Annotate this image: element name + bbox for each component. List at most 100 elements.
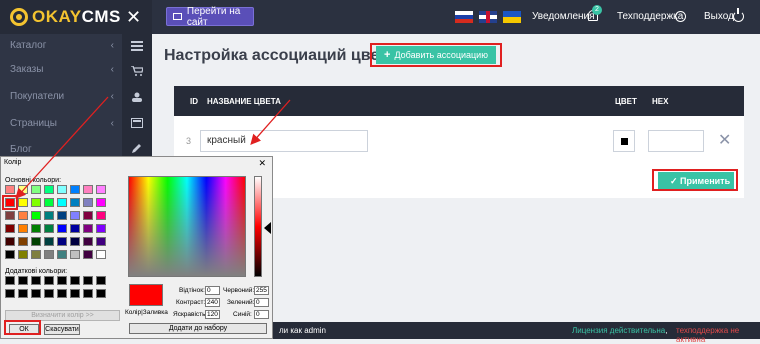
support-link[interactable]: Техподдержка bbox=[617, 11, 683, 23]
basic-color-swatch[interactable] bbox=[5, 185, 15, 194]
basic-color-swatch[interactable] bbox=[96, 185, 106, 194]
ukrainian-flag-icon[interactable] bbox=[503, 11, 521, 23]
basic-color-swatch[interactable] bbox=[18, 185, 28, 194]
custom-color-swatch[interactable] bbox=[70, 276, 80, 285]
basic-color-swatch[interactable] bbox=[44, 237, 54, 246]
add-to-custom-colors-button[interactable]: Додати до набору bbox=[129, 323, 267, 334]
saturation-input[interactable]: 240 bbox=[205, 298, 220, 307]
cancel-button[interactable]: Скасувати bbox=[44, 324, 80, 335]
custom-color-swatch[interactable] bbox=[18, 289, 28, 298]
exit-link[interactable]: Выход bbox=[704, 11, 734, 23]
basic-color-swatch[interactable] bbox=[18, 198, 28, 207]
custom-color-swatch[interactable] bbox=[57, 289, 67, 298]
basic-color-swatch[interactable] bbox=[57, 237, 67, 246]
logo[interactable]: OKAYCMS bbox=[32, 8, 121, 26]
custom-color-swatch[interactable] bbox=[83, 276, 93, 285]
basic-color-swatch[interactable] bbox=[44, 211, 54, 220]
custom-color-swatch[interactable] bbox=[57, 276, 67, 285]
basic-color-swatch[interactable] bbox=[57, 224, 67, 233]
basic-color-swatch[interactable] bbox=[70, 237, 80, 246]
basic-color-swatch[interactable] bbox=[70, 211, 80, 220]
sidebar-item-pages[interactable]: Страницы ‹ bbox=[0, 112, 122, 136]
basic-color-swatch[interactable] bbox=[5, 224, 15, 233]
color-picker-swatch[interactable] bbox=[613, 130, 635, 152]
notifications-link[interactable]: Уведомления bbox=[532, 11, 595, 23]
close-menu-icon[interactable]: ✕ bbox=[126, 7, 141, 27]
basic-color-swatch[interactable] bbox=[31, 211, 41, 220]
power-icon[interactable] bbox=[733, 8, 744, 22]
cart-icon[interactable] bbox=[131, 66, 143, 76]
basic-color-swatch[interactable] bbox=[31, 237, 41, 246]
custom-color-swatch[interactable] bbox=[18, 276, 28, 285]
users-icon[interactable] bbox=[131, 92, 143, 102]
basic-color-swatch[interactable] bbox=[70, 185, 80, 194]
custom-color-swatch[interactable] bbox=[96, 276, 106, 285]
custom-color-swatch[interactable] bbox=[44, 289, 54, 298]
basic-color-swatch[interactable] bbox=[44, 224, 54, 233]
custom-color-swatch[interactable] bbox=[5, 276, 15, 285]
basic-color-swatch[interactable] bbox=[44, 198, 54, 207]
basic-color-swatch[interactable] bbox=[31, 250, 41, 259]
custom-color-swatch[interactable] bbox=[70, 289, 80, 298]
russian-flag-icon[interactable] bbox=[455, 11, 473, 23]
basic-color-swatch[interactable] bbox=[31, 198, 41, 207]
basic-color-swatch[interactable] bbox=[18, 250, 28, 259]
basic-color-swatch[interactable] bbox=[83, 237, 93, 246]
basic-color-swatch[interactable] bbox=[5, 237, 15, 246]
basic-color-swatch[interactable] bbox=[57, 211, 67, 220]
basic-color-swatch[interactable] bbox=[5, 211, 15, 220]
basic-color-swatch[interactable] bbox=[18, 224, 28, 233]
luminosity-slider[interactable] bbox=[254, 176, 262, 277]
custom-color-swatch[interactable] bbox=[96, 289, 106, 298]
green-input[interactable]: 0 bbox=[254, 298, 269, 307]
basic-color-swatch[interactable] bbox=[2, 195, 18, 210]
basic-color-swatch[interactable] bbox=[44, 185, 54, 194]
basic-color-swatch[interactable] bbox=[44, 250, 54, 259]
sidebar-item-customers[interactable]: Покупатели ‹ bbox=[0, 85, 122, 109]
blue-input[interactable]: 0 bbox=[254, 310, 269, 319]
basic-color-swatch[interactable] bbox=[70, 250, 80, 259]
basic-color-swatch[interactable] bbox=[31, 185, 41, 194]
basic-color-swatch[interactable] bbox=[70, 198, 80, 207]
basic-color-swatch[interactable] bbox=[83, 198, 93, 207]
basic-color-swatch[interactable] bbox=[31, 224, 41, 233]
basic-color-swatch[interactable] bbox=[57, 198, 67, 207]
sidebar-item-catalog[interactable]: Каталог ‹ bbox=[0, 34, 122, 58]
basic-color-swatch[interactable] bbox=[83, 250, 93, 259]
list-icon[interactable] bbox=[131, 41, 143, 51]
luminosity-input[interactable]: 120 bbox=[205, 310, 220, 319]
custom-color-swatch[interactable] bbox=[83, 289, 93, 298]
custom-color-swatch[interactable] bbox=[5, 289, 15, 298]
red-input[interactable]: 255 bbox=[254, 286, 269, 295]
basic-color-swatch[interactable] bbox=[83, 224, 93, 233]
basic-color-swatch[interactable] bbox=[70, 224, 80, 233]
custom-color-swatch[interactable] bbox=[44, 276, 54, 285]
basic-color-swatch[interactable] bbox=[18, 237, 28, 246]
basic-color-swatch[interactable] bbox=[96, 224, 106, 233]
basic-color-swatch[interactable] bbox=[96, 250, 106, 259]
english-flag-icon[interactable] bbox=[479, 11, 497, 23]
basic-color-swatch[interactable] bbox=[96, 211, 106, 220]
color-spectrum[interactable] bbox=[128, 176, 246, 277]
slider-arrow-icon[interactable] bbox=[264, 222, 271, 234]
basic-color-swatch[interactable] bbox=[57, 250, 67, 259]
color-name-input[interactable]: красный bbox=[200, 130, 368, 152]
pencil-icon[interactable] bbox=[131, 144, 143, 154]
pages-icon[interactable] bbox=[131, 118, 143, 128]
custom-color-swatch[interactable] bbox=[31, 276, 41, 285]
basic-color-swatch[interactable] bbox=[5, 250, 15, 259]
hex-input[interactable] bbox=[648, 130, 704, 152]
hue-input[interactable]: 0 bbox=[205, 286, 220, 295]
basic-color-swatch[interactable] bbox=[18, 211, 28, 220]
dialog-close-icon[interactable]: ✕ bbox=[258, 158, 266, 169]
basic-color-swatch[interactable] bbox=[83, 185, 93, 194]
custom-color-swatch[interactable] bbox=[31, 289, 41, 298]
go-to-site-button[interactable]: Перейти на сайт bbox=[166, 6, 254, 28]
basic-color-swatch[interactable] bbox=[57, 185, 67, 194]
headset-icon[interactable] bbox=[675, 11, 686, 22]
basic-color-swatch[interactable] bbox=[83, 211, 93, 220]
basic-color-swatch[interactable] bbox=[96, 198, 106, 207]
delete-row-icon[interactable]: ✕ bbox=[718, 130, 731, 152]
basic-color-swatch[interactable] bbox=[96, 237, 106, 246]
sidebar-item-orders[interactable]: Заказы ‹ bbox=[0, 58, 122, 82]
